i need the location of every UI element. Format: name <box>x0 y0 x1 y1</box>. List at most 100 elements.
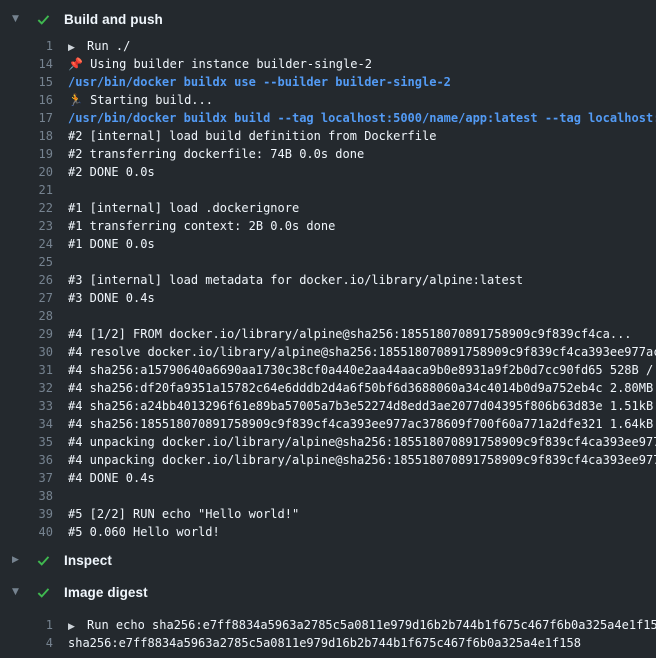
log-line-content: ▶ <box>53 181 656 199</box>
line-number[interactable]: 33 <box>0 397 53 415</box>
line-number[interactable]: 23 <box>0 217 53 235</box>
log-lines: 1 ▶Run ./ 14 ▶📌 Using builder instance b… <box>0 37 656 541</box>
log-text: #4 DONE 0.4s <box>68 471 155 485</box>
log-line: 35 ▶#4 unpacking docker.io/library/alpin… <box>0 433 656 451</box>
line-number[interactable]: 22 <box>0 199 53 217</box>
log-line-content: ▶#4 unpacking docker.io/library/alpine@s… <box>53 433 656 451</box>
log-text: #1 transferring context: 2B 0.0s done <box>68 219 335 233</box>
line-number[interactable]: 18 <box>0 127 53 145</box>
line-number[interactable]: 24 <box>0 235 53 253</box>
chevron-right-icon[interactable]: ▶ <box>12 556 24 565</box>
log-text: #1 DONE 0.0s <box>68 237 155 251</box>
log-text: #3 DONE 0.4s <box>68 291 155 305</box>
log-text: #2 [internal] load build definition from… <box>68 129 436 143</box>
log-line: 20 ▶#2 DONE 0.0s <box>0 163 656 181</box>
group-title: Inspect <box>64 553 112 568</box>
log-line-content: ▶#4 unpacking docker.io/library/alpine@s… <box>53 451 656 469</box>
line-number[interactable]: 31 <box>0 361 53 379</box>
group-header-inspect[interactable]: ▶ Inspect <box>0 546 656 574</box>
log-line-content: ▶#5 0.060 Hello world! <box>53 523 656 541</box>
line-number[interactable]: 39 <box>0 505 53 523</box>
line-number[interactable]: 27 <box>0 289 53 307</box>
log-line: 19 ▶#2 transferring dockerfile: 74B 0.0s… <box>0 145 656 163</box>
log-line: 31 ▶#4 sha256:a15790640a6690aa1730c38cf0… <box>0 361 656 379</box>
line-number[interactable]: 36 <box>0 451 53 469</box>
log-line: 16 ▶🏃 Starting build... <box>0 91 656 109</box>
log-line: 29 ▶#4 [1/2] FROM docker.io/library/alpi… <box>0 325 656 343</box>
line-number[interactable]: 16 <box>0 91 53 109</box>
log-text: #4 sha256:a15790640a6690aa1730c38cf0a440… <box>68 363 656 377</box>
log-text: #4 sha256:a24bb4013296f61e89ba57005a7b3e… <box>68 399 656 413</box>
log-text: Run echo sha256:e7ff8834a5963a2785c5a081… <box>87 618 656 632</box>
line-number[interactable]: 1 <box>0 37 53 55</box>
log-group-image-digest: ▼ Image digest 1 ▶Run echo sha256:e7ff88… <box>0 578 656 652</box>
line-number[interactable]: 32 <box>0 379 53 397</box>
run-expander-icon[interactable]: ▶ <box>68 618 87 634</box>
line-number[interactable]: 15 <box>0 73 53 91</box>
line-number[interactable]: 28 <box>0 307 53 325</box>
chevron-down-icon[interactable]: ▼ <box>12 15 24 24</box>
line-number[interactable]: 17 <box>0 109 53 127</box>
log-line: 25 ▶ <box>0 253 656 271</box>
line-number[interactable]: 37 <box>0 469 53 487</box>
group-header-image-digest[interactable]: ▼ Image digest <box>0 578 656 606</box>
line-number[interactable]: 40 <box>0 523 53 541</box>
log-line-content: ▶ <box>53 307 656 325</box>
line-number[interactable]: 4 <box>0 634 53 652</box>
log-line-content: ▶#5 [2/2] RUN echo "Hello world!" <box>53 505 656 523</box>
log-text: Run ./ <box>87 39 130 53</box>
log-text: #3 [internal] load metadata for docker.i… <box>68 273 523 287</box>
log-line-content: ▶ <box>53 487 656 505</box>
check-icon <box>36 585 52 600</box>
line-number[interactable]: 20 <box>0 163 53 181</box>
line-number[interactable]: 1 <box>0 616 53 634</box>
log-line: 23 ▶#1 transferring context: 2B 0.0s don… <box>0 217 656 235</box>
log-group-inspect: ▶ Inspect <box>0 546 656 574</box>
log-line: 17 ▶/usr/bin/docker buildx build --tag l… <box>0 109 656 127</box>
log-line: 33 ▶#4 sha256:a24bb4013296f61e89ba57005a… <box>0 397 656 415</box>
line-number[interactable]: 26 <box>0 271 53 289</box>
log-line-content: ▶#2 transferring dockerfile: 74B 0.0s do… <box>53 145 656 163</box>
log-text: 🏃 Starting build... <box>68 93 213 107</box>
log-line: 1 ▶Run echo sha256:e7ff8834a5963a2785c5a… <box>0 616 656 634</box>
check-icon <box>36 553 52 568</box>
log-text: #1 [internal] load .dockerignore <box>68 201 299 215</box>
log-line: 40 ▶#5 0.060 Hello world! <box>0 523 656 541</box>
log-line-content: ▶#3 DONE 0.4s <box>53 289 656 307</box>
run-expander-icon[interactable]: ▶ <box>68 39 87 55</box>
line-number[interactable]: 21 <box>0 181 53 199</box>
line-number[interactable]: 14 <box>0 55 53 73</box>
log-line-content: ▶sha256:e7ff8834a5963a2785c5a0811e979d16… <box>53 634 656 652</box>
log-line-content: ▶📌 Using builder instance builder-single… <box>53 55 656 73</box>
line-number[interactable]: 34 <box>0 415 53 433</box>
chevron-down-icon[interactable]: ▼ <box>12 588 24 597</box>
log-text: #4 sha256:df20fa9351a15782c64e6dddb2d4a6… <box>68 381 656 395</box>
log-line-content: ▶#4 DONE 0.4s <box>53 469 656 487</box>
log-line: 28 ▶ <box>0 307 656 325</box>
group-header-build-and-push[interactable]: ▼ Build and push <box>0 5 656 33</box>
log-line: 1 ▶Run ./ <box>0 37 656 55</box>
log-line-content: ▶/usr/bin/docker buildx build --tag loca… <box>53 109 656 127</box>
log-line: 37 ▶#4 DONE 0.4s <box>0 469 656 487</box>
log-line-content: ▶#4 resolve docker.io/library/alpine@sha… <box>53 343 656 361</box>
log-line: 26 ▶#3 [internal] load metadata for dock… <box>0 271 656 289</box>
log-line: 18 ▶#2 [internal] load build definition … <box>0 127 656 145</box>
line-number[interactable]: 29 <box>0 325 53 343</box>
log-group-build-and-push: ▼ Build and push 1 ▶Run ./ 14 ▶📌 Using b… <box>0 5 656 541</box>
log-text: #4 [1/2] FROM docker.io/library/alpine@s… <box>68 327 632 341</box>
line-number[interactable]: 30 <box>0 343 53 361</box>
log-line: 14 ▶📌 Using builder instance builder-sin… <box>0 55 656 73</box>
log-text: #4 unpacking docker.io/library/alpine@sh… <box>68 453 656 467</box>
log-line: 32 ▶#4 sha256:df20fa9351a15782c64e6dddb2… <box>0 379 656 397</box>
line-number[interactable]: 38 <box>0 487 53 505</box>
log-line-content: ▶Run ./ <box>53 37 656 55</box>
log-line-content: ▶#1 DONE 0.0s <box>53 235 656 253</box>
log-line-content: ▶🏃 Starting build... <box>53 91 656 109</box>
log-line: 21 ▶ <box>0 181 656 199</box>
log-text: #2 DONE 0.0s <box>68 165 155 179</box>
line-number[interactable]: 35 <box>0 433 53 451</box>
line-number[interactable]: 25 <box>0 253 53 271</box>
line-number[interactable]: 19 <box>0 145 53 163</box>
log-text: #5 [2/2] RUN echo "Hello world!" <box>68 507 299 521</box>
log-line: 22 ▶#1 [internal] load .dockerignore <box>0 199 656 217</box>
